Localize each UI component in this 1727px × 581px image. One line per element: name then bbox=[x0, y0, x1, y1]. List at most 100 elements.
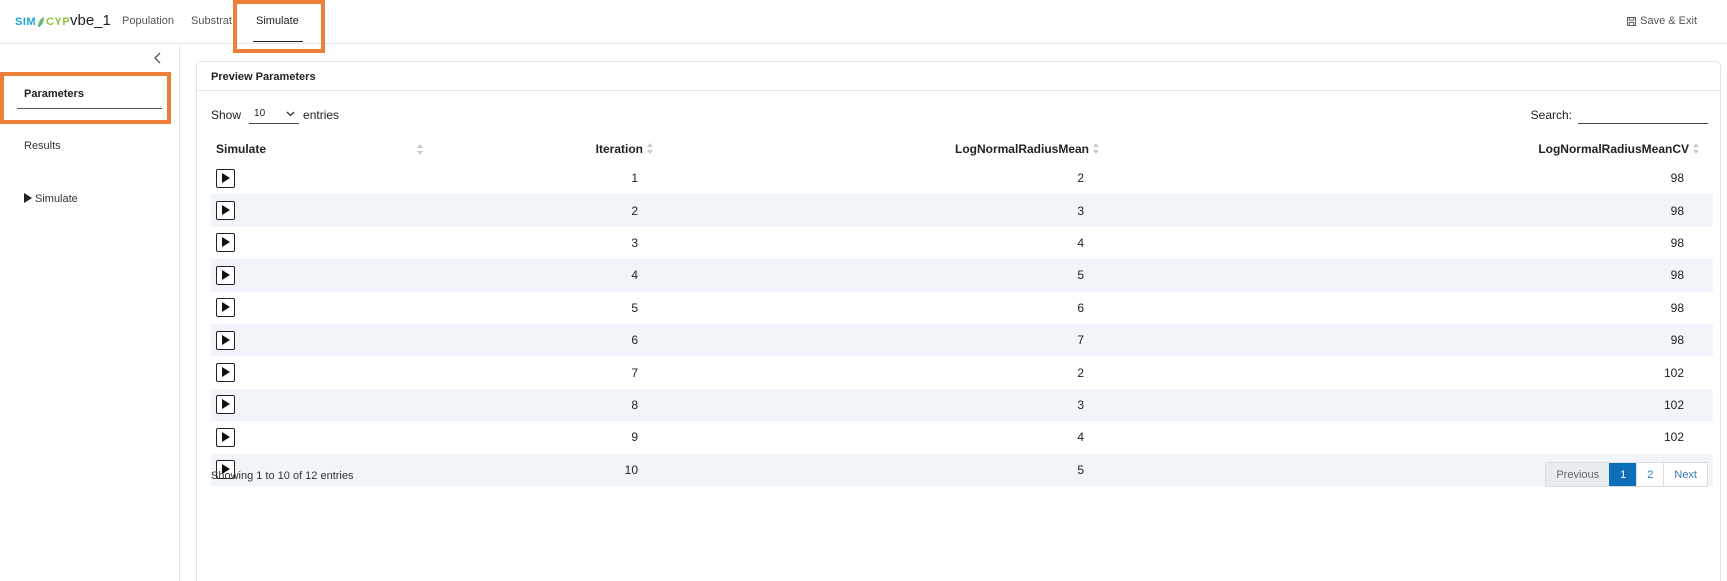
column-header-lognormalradiusmeancv[interactable]: LogNormalRadiusMeanCV bbox=[1113, 136, 1713, 162]
preview-parameters-panel: Preview Parameters Show 10 entries Searc… bbox=[196, 61, 1721, 581]
column-header-lognormalradiusmean[interactable]: LogNormalRadiusMean bbox=[667, 136, 1113, 162]
search-label: Search: bbox=[1530, 107, 1572, 122]
cell-iteration: 2 bbox=[431, 194, 667, 227]
logo-cyp-text: CYP bbox=[46, 16, 71, 28]
cell-iteration: 1 bbox=[431, 162, 667, 195]
logo-sim-text: SIM bbox=[15, 16, 37, 28]
play-button[interactable] bbox=[216, 427, 235, 447]
play-button[interactable] bbox=[216, 298, 235, 318]
cell-iteration: 5 bbox=[431, 291, 667, 324]
sort-icon bbox=[1693, 143, 1699, 154]
cell-lognormalradiusmean: 2 bbox=[667, 356, 1113, 389]
pagination-previous[interactable]: Previous bbox=[1546, 463, 1610, 486]
sort-icon bbox=[647, 143, 653, 154]
sidebar-item-results[interactable]: Results bbox=[24, 140, 61, 152]
cell-iteration: 9 bbox=[431, 421, 667, 454]
table-row: 3 4 98 bbox=[211, 226, 1713, 260]
table-header-row: Simulate Iteration LogNormalRadiusMean L… bbox=[211, 136, 1713, 162]
search-input[interactable] bbox=[1578, 105, 1708, 124]
tab-substrate[interactable]: Substrat bbox=[191, 15, 232, 27]
pagination: Previous 1 2 Next bbox=[1545, 462, 1708, 487]
sidebar-item-simulate-label: Simulate bbox=[35, 193, 78, 205]
leaf-icon bbox=[38, 17, 45, 28]
cell-simulate bbox=[211, 388, 431, 422]
simcyp-logo: SIM CYP bbox=[15, 14, 70, 30]
cell-lognormalradiusmeancv: 102 bbox=[1113, 388, 1713, 422]
cell-iteration: 3 bbox=[431, 226, 667, 260]
cell-lognormalradiusmean: 2 bbox=[667, 162, 1113, 195]
cell-iteration: 8 bbox=[431, 388, 667, 422]
column-header-iteration[interactable]: Iteration bbox=[431, 136, 667, 162]
pagination-page-2[interactable]: 2 bbox=[1636, 463, 1664, 486]
cell-lognormalradiusmean: 3 bbox=[667, 194, 1113, 227]
cell-simulate bbox=[211, 259, 431, 292]
play-button[interactable] bbox=[216, 363, 235, 383]
cell-lognormalradiusmeancv: 98 bbox=[1113, 162, 1713, 195]
cell-lognormalradiusmeancv: 102 bbox=[1113, 356, 1713, 389]
cell-lognormalradiusmeancv: 98 bbox=[1113, 259, 1713, 292]
cell-lognormalradiusmean: 4 bbox=[667, 421, 1113, 454]
play-button[interactable] bbox=[216, 201, 235, 221]
save-exit-label: Save & Exit bbox=[1640, 15, 1697, 27]
cell-simulate bbox=[211, 162, 431, 195]
table-info: Showing 1 to 10 of 12 entries bbox=[211, 470, 354, 482]
highlight-box-parameters bbox=[0, 72, 171, 124]
highlight-box-simulate-tab bbox=[233, 0, 325, 53]
play-button[interactable] bbox=[216, 233, 235, 253]
panel-title: Preview Parameters bbox=[211, 71, 316, 83]
sort-icon bbox=[1093, 143, 1099, 154]
save-icon bbox=[1627, 16, 1637, 26]
table-row: 10 5 102 bbox=[211, 453, 1713, 486]
table-row: 8 3 102 bbox=[211, 388, 1713, 422]
cell-iteration: 6 bbox=[431, 323, 667, 357]
cell-simulate bbox=[211, 421, 431, 454]
pagination-page-1[interactable]: 1 bbox=[1609, 463, 1637, 486]
column-header-lognormalradiusmean-label: LogNormalRadiusMean bbox=[954, 142, 1089, 156]
cell-lognormalradiusmeancv: 98 bbox=[1113, 323, 1713, 357]
save-exit-button[interactable]: Save & Exit bbox=[1627, 15, 1697, 27]
table-row: 4 5 98 bbox=[211, 259, 1713, 292]
play-icon bbox=[24, 193, 32, 203]
table-body: 1 2 98 2 3 98 3 4 98 4 5 98 5 6 98 6 7 9… bbox=[211, 162, 1713, 486]
cell-lognormalradiusmean: 4 bbox=[667, 226, 1113, 260]
play-button[interactable] bbox=[216, 168, 235, 188]
length-prefix: Show bbox=[211, 107, 242, 122]
entries-select-value: 10 bbox=[254, 108, 266, 119]
play-button[interactable] bbox=[216, 330, 235, 350]
column-header-simulate-label: Simulate bbox=[216, 142, 267, 156]
cell-simulate bbox=[211, 291, 431, 324]
sort-icon bbox=[417, 144, 423, 155]
table-row: 6 7 98 bbox=[211, 323, 1713, 357]
column-header-lognormalradiusmeancv-label: LogNormalRadiusMeanCV bbox=[1538, 142, 1689, 156]
play-button[interactable] bbox=[216, 395, 235, 415]
table-row: 9 4 102 bbox=[211, 421, 1713, 454]
table-row: 1 2 98 bbox=[211, 162, 1713, 195]
chevron-left-icon[interactable] bbox=[152, 51, 164, 65]
cell-simulate bbox=[211, 226, 431, 260]
cell-lognormalradiusmeancv: 98 bbox=[1113, 194, 1713, 227]
parameters-table: Simulate Iteration LogNormalRadiusMean L… bbox=[211, 136, 1713, 486]
sidebar-item-simulate[interactable]: Simulate bbox=[24, 193, 78, 205]
cell-lognormalradiusmean: 3 bbox=[667, 388, 1113, 422]
search-control: Search: bbox=[1531, 105, 1708, 124]
cell-lognormalradiusmeancv: 102 bbox=[1113, 421, 1713, 454]
chevron-down-icon bbox=[286, 111, 295, 117]
cell-iteration: 7 bbox=[431, 356, 667, 389]
cell-lognormalradiusmeancv: 98 bbox=[1113, 291, 1713, 324]
cell-iteration: 10 bbox=[431, 453, 667, 486]
cell-lognormalradiusmean: 5 bbox=[667, 259, 1113, 292]
play-button[interactable] bbox=[216, 265, 235, 285]
cell-simulate bbox=[211, 323, 431, 357]
panel-header: Preview Parameters bbox=[197, 62, 1720, 91]
table-row: 5 6 98 bbox=[211, 291, 1713, 324]
cell-lognormalradiusmeancv: 98 bbox=[1113, 226, 1713, 260]
project-name: vbe_1 bbox=[70, 12, 111, 29]
tab-population[interactable]: Population bbox=[122, 15, 174, 27]
column-header-simulate[interactable]: Simulate bbox=[211, 136, 431, 162]
cell-lognormalradiusmean: 5 bbox=[667, 453, 1113, 486]
cell-lognormalradiusmean: 7 bbox=[667, 323, 1113, 357]
entries-select[interactable]: 10 bbox=[249, 105, 300, 124]
pagination-next[interactable]: Next bbox=[1663, 463, 1707, 486]
cell-lognormalradiusmean: 6 bbox=[667, 291, 1113, 324]
cell-simulate bbox=[211, 194, 431, 227]
